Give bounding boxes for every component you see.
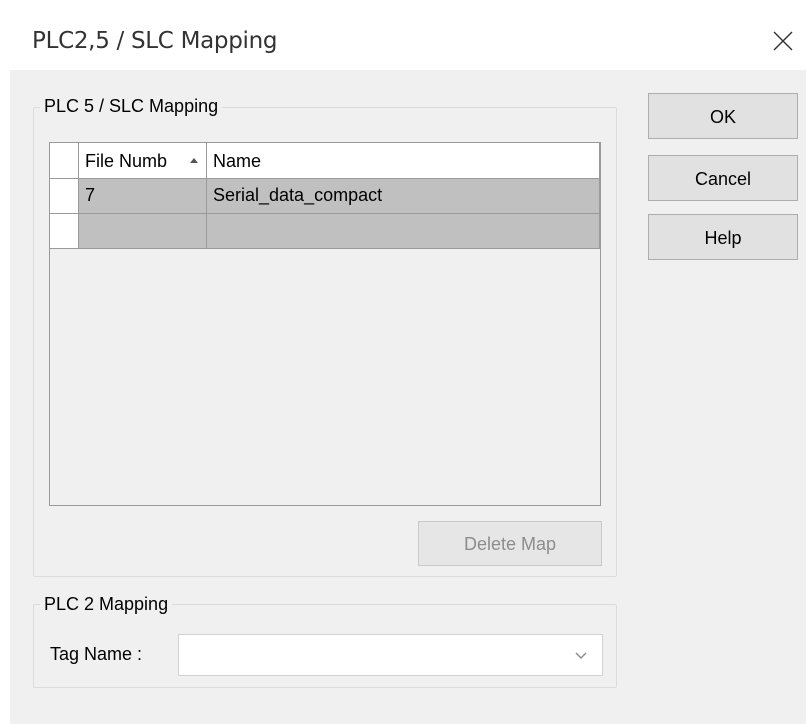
table-row-file-number[interactable] <box>79 214 207 249</box>
column-header-name[interactable]: Name <box>207 143 600 179</box>
column-header-name-label: Name <box>213 151 262 171</box>
sort-ascending-icon <box>189 143 199 178</box>
tag-name-combobox[interactable] <box>178 634 603 676</box>
tag-name-label: Tag Name : <box>50 644 143 664</box>
mapping-grid[interactable]: File Numb Name 7 Serial_data_compact <box>49 142 601 506</box>
title-bar: PLC2,5 / SLC Mapping <box>0 0 806 70</box>
chevron-down-icon[interactable] <box>574 649 588 667</box>
grid-corner-cell <box>50 143 79 179</box>
cancel-button[interactable]: Cancel <box>648 155 798 201</box>
plc5-slc-mapping-title: PLC 5 / SLC Mapping <box>40 96 223 117</box>
column-header-file-number-label: File Numb <box>85 151 168 171</box>
row-selector[interactable] <box>50 214 79 249</box>
table-row-name[interactable]: Serial_data_compact <box>207 179 600 214</box>
help-button[interactable]: Help <box>648 214 798 260</box>
ok-button[interactable]: OK <box>648 93 798 139</box>
column-header-file-number[interactable]: File Numb <box>79 143 207 179</box>
close-icon[interactable] <box>770 28 796 54</box>
row-selector[interactable] <box>50 179 79 214</box>
window-title: PLC2,5 / SLC Mapping <box>32 28 278 54</box>
delete-map-button[interactable]: Delete Map <box>418 521 602 566</box>
table-row-name[interactable] <box>207 214 600 249</box>
plc2-mapping-title: PLC 2 Mapping <box>40 594 173 615</box>
table-row-file-number[interactable]: 7 <box>79 179 207 214</box>
